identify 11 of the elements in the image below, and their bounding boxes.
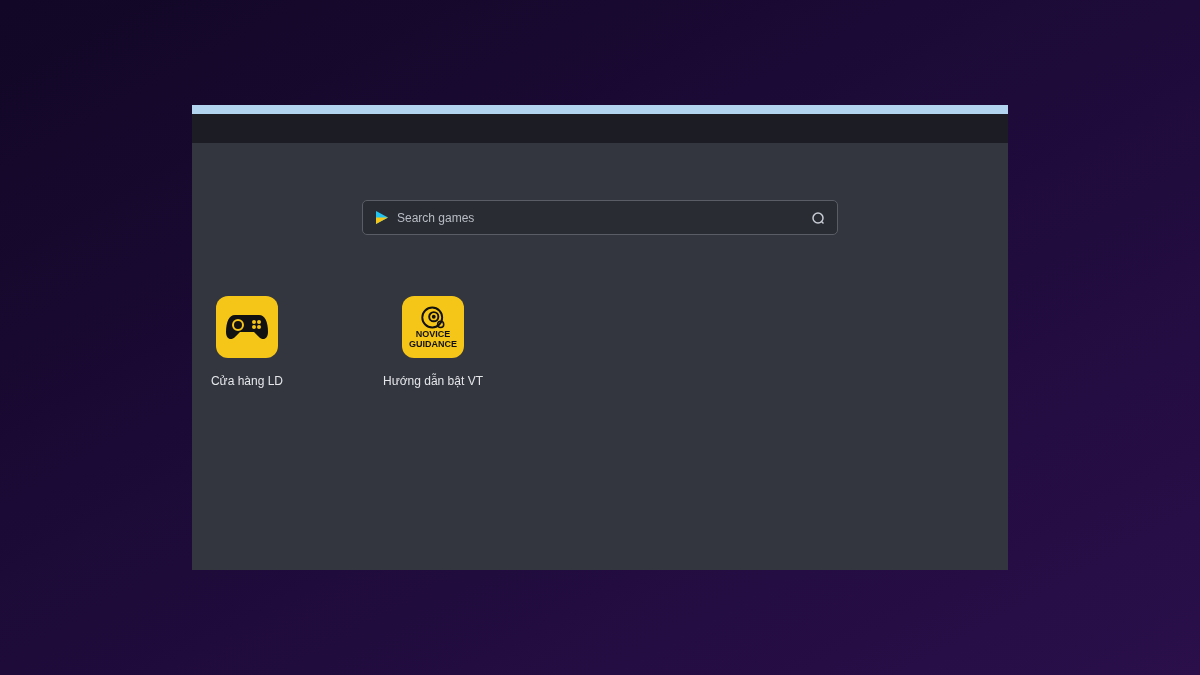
search-field[interactable]: Search games [362, 200, 838, 235]
search-input[interactable]: Search games [397, 208, 803, 227]
app-icon[interactable]: NOVICE GUIDANCE [402, 296, 464, 358]
icon-caption: NOVICE GUIDANCE [408, 328, 458, 349]
app-icon[interactable] [216, 296, 278, 358]
play-store-icon [375, 210, 389, 225]
app-label[interactable]: Cửa hàng LD [210, 372, 284, 390]
target-icon [420, 305, 446, 329]
app-label[interactable]: Hướng dẫn bật VT [383, 372, 483, 390]
gamepad-icon [225, 312, 269, 342]
search-icon[interactable] [811, 210, 825, 225]
